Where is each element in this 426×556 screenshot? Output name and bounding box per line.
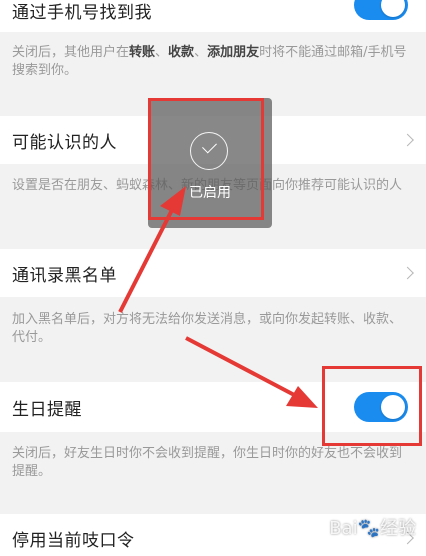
arrow-head-toast (160, 186, 186, 216)
arrow-to-toast (118, 209, 174, 313)
settings-screen: 通过手机号找到我 关闭后，其他用户在转账、收款、添加朋友时将不能通过邮箱/手机号… (0, 0, 426, 556)
annotation-arrows (118, 186, 318, 408)
watermark-logo: Bai🐾经验 (329, 518, 416, 539)
arrow-head-toggle (286, 386, 318, 408)
arrow-to-toggle (185, 336, 301, 400)
